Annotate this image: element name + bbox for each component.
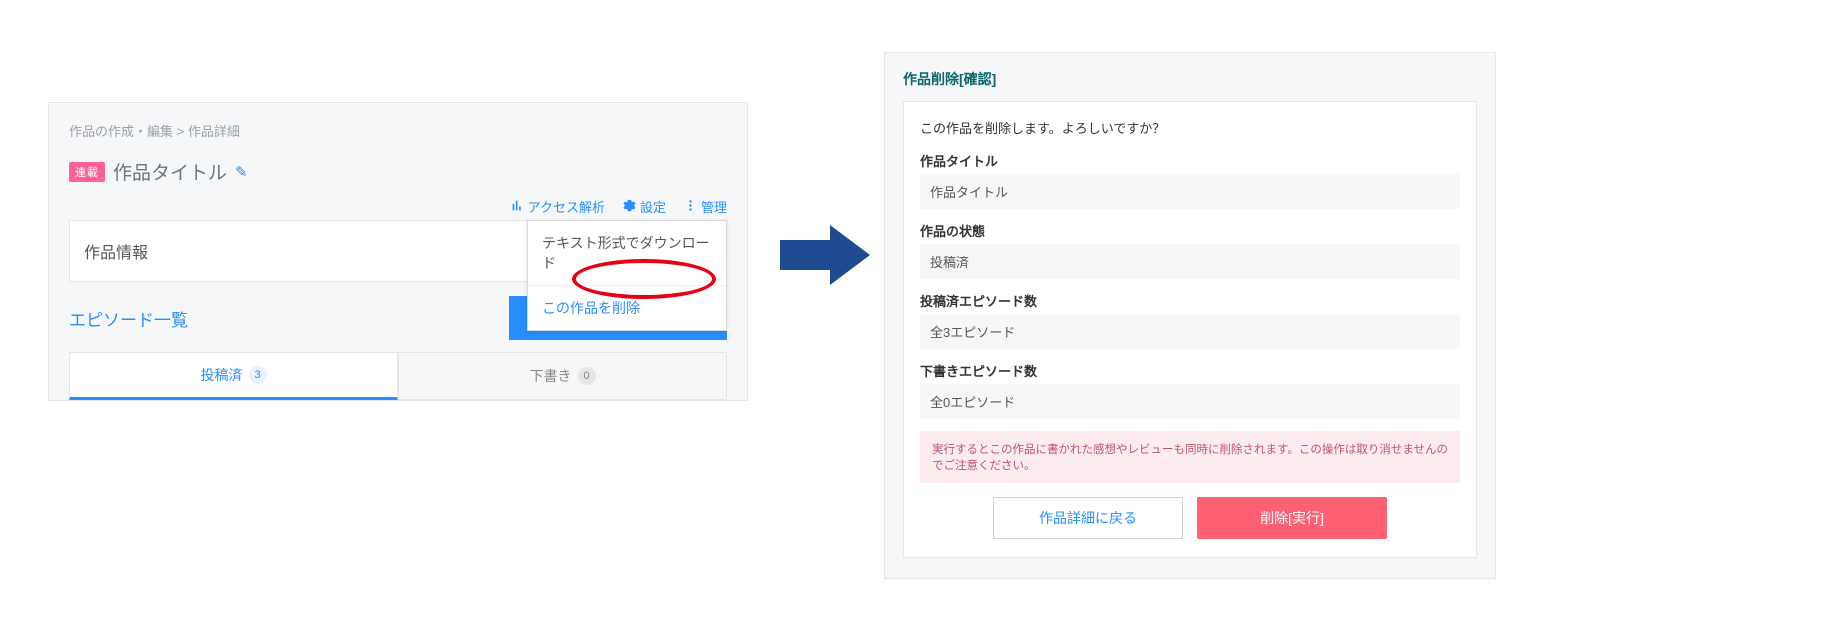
confirm-card: この作品を削除します。よろしいですか？ 作品タイトル 作品タイトル 作品の状態 … [903,101,1477,558]
settings-link[interactable]: 設定 [623,197,666,216]
work-detail-panel: 作品の作成・編集 > 作品詳細 連載 作品タイトル ✎ アクセス解析 設定 管理… [48,102,748,401]
breadcrumb: 作品の作成・編集 > 作品詳細 [69,121,727,140]
manage-label: 管理 [701,197,727,216]
field-draft-ep-label: 下書きエピソード数 [920,361,1460,380]
field-draft-ep-value: 全0エピソード [920,384,1460,419]
warning-message: 実行するとこの作品に書かれた感想やレビューも同時に削除されます。この操作は取り消… [920,431,1460,483]
episode-heading: エピソード一覧 [69,306,188,331]
back-button[interactable]: 作品詳細に戻る [993,497,1183,539]
dropdown-download[interactable]: テキスト形式でダウンロード [528,221,726,286]
work-info-card: 作品情報 テキスト形式でダウンロード この作品を削除 [69,220,727,282]
breadcrumb-current: 作品詳細 [188,124,240,139]
tab-draft-label: 下書き [530,366,572,386]
settings-label: 設定 [640,197,666,216]
analytics-label: アクセス解析 [528,197,605,216]
confirm-message: この作品を削除します。よろしいですか？ [920,118,1460,137]
tab-posted[interactable]: 投稿済 3 [69,352,398,400]
kebab-icon [684,199,697,215]
field-posted-ep-label: 投稿済エピソード数 [920,291,1460,310]
manage-dropdown: テキスト形式でダウンロード この作品を削除 [527,220,727,331]
field-title-label: 作品タイトル [920,151,1460,170]
tab-draft-count: 0 [578,367,596,385]
serial-badge: 連載 [69,162,105,182]
toolbar: アクセス解析 設定 管理 [69,197,727,216]
gear-icon [623,199,636,215]
field-title-value: 作品タイトル [920,174,1460,209]
analytics-link[interactable]: アクセス解析 [511,197,605,216]
arrow-icon [780,225,870,285]
pencil-icon[interactable]: ✎ [235,163,248,181]
confirm-buttons: 作品詳細に戻る 削除[実行] [920,497,1460,539]
tab-draft[interactable]: 下書き 0 [398,352,727,400]
breadcrumb-sep: > [173,124,188,139]
delete-confirm-panel: 作品削除[確認] この作品を削除します。よろしいですか？ 作品タイトル 作品タイ… [884,52,1496,579]
analytics-icon [511,199,524,215]
episode-tabs: 投稿済 3 下書き 0 [69,352,727,400]
work-info-label: 作品情報 [84,245,148,262]
field-state-value: 投稿済 [920,244,1460,279]
field-state-label: 作品の状態 [920,221,1460,240]
tab-posted-label: 投稿済 [201,365,243,385]
confirm-title: 作品削除[確認] [903,69,1477,89]
manage-link[interactable]: 管理 [684,197,727,216]
breadcrumb-root-link[interactable]: 作品の作成・編集 [69,124,173,139]
work-title: 作品タイトル [113,158,227,185]
field-posted-ep-value: 全3エピソード [920,314,1460,349]
dropdown-delete[interactable]: この作品を削除 [528,286,726,330]
title-row: 連載 作品タイトル ✎ [69,158,727,185]
delete-execute-button[interactable]: 削除[実行] [1197,497,1387,539]
tab-posted-count: 3 [249,366,267,384]
